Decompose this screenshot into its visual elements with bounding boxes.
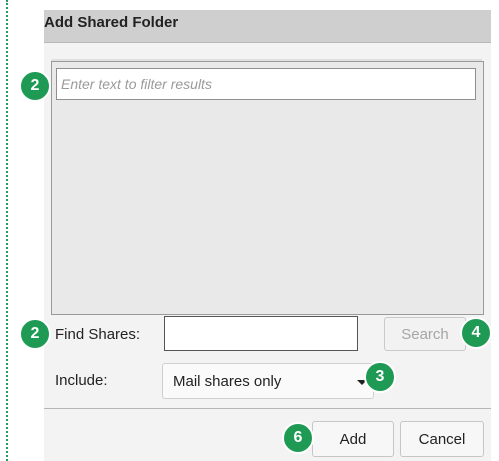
add-button[interactable]: Add (312, 421, 394, 457)
footer-divider (44, 408, 491, 409)
cancel-button[interactable]: Cancel (400, 421, 484, 457)
find-shares-input[interactable] (164, 316, 358, 351)
dialog-title: Add Shared Folder (44, 14, 179, 31)
include-selected-value: Mail shares only (173, 373, 282, 390)
filter-input[interactable] (56, 68, 476, 100)
callout-badge-find: 2 (19, 318, 51, 350)
include-label: Include: (55, 372, 108, 389)
callout-badge-include: 3 (364, 361, 396, 393)
find-shares-label: Find Shares: (55, 326, 141, 343)
callout-badge-add: 6 (282, 422, 314, 454)
search-button[interactable]: Search (384, 317, 466, 351)
callout-badge-search: 4 (460, 317, 492, 349)
add-shared-folder-dialog: Add Shared Folder Find Shares: Search In… (44, 10, 491, 461)
include-select[interactable]: Mail shares only (162, 363, 374, 399)
callout-badge-filter: 2 (19, 70, 51, 102)
dialog-titlebar: Add Shared Folder (44, 10, 491, 43)
dotted-guide-line (6, 0, 8, 461)
